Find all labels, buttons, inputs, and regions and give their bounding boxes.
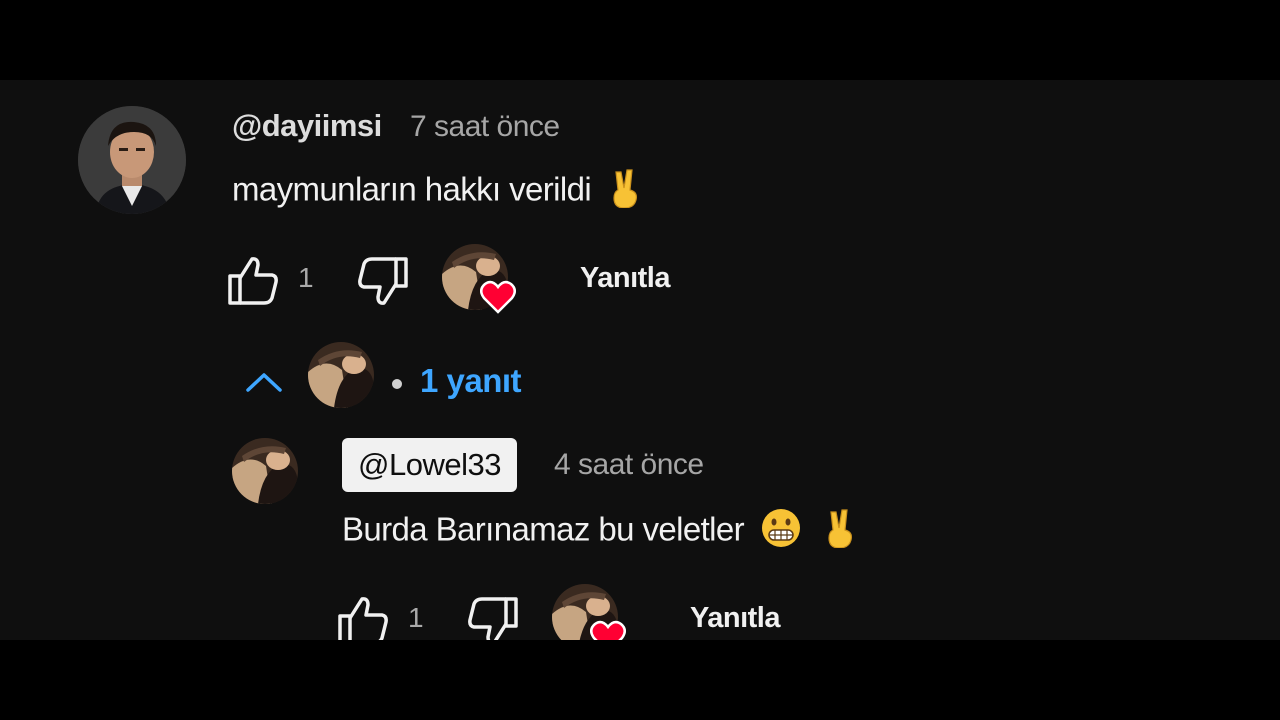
- heart-icon: [480, 280, 516, 314]
- replies-count-toggle[interactable]: 1 yanıt: [420, 362, 522, 400]
- reply-timestamp[interactable]: 4 saat önce: [554, 448, 704, 482]
- reply-preview-avatar: [308, 342, 374, 408]
- chevron-up-icon: [246, 373, 282, 392]
- comment-thread: @dayiimsi 7 saat önce maymunların hakkı …: [0, 80, 1280, 640]
- reply-text: Burda Barınamaz bu veletler: [342, 508, 857, 556]
- reply-button[interactable]: Yanıtla: [580, 262, 671, 295]
- reply-author-chip[interactable]: @Lowel33: [342, 438, 517, 492]
- like-button[interactable]: [226, 254, 280, 311]
- reply-reply-button[interactable]: Yanıtla: [690, 602, 781, 635]
- reply-text-content: Burda Barınamaz bu veletler: [342, 510, 745, 548]
- letterbox-top: [0, 0, 1280, 80]
- victory-hand-emoji-icon: [608, 168, 642, 216]
- reply-author-avatar[interactable]: [232, 438, 298, 504]
- thumbs-down-icon: [358, 257, 408, 305]
- comment-text-content: maymunların hakkı verildi: [232, 170, 592, 208]
- like-count: 1: [298, 262, 314, 293]
- letterbox-bottom: [0, 640, 1280, 720]
- reply-like-count: 1: [408, 602, 424, 633]
- victory-hand-emoji-icon: [823, 508, 857, 556]
- grimacing-face-emoji-icon: [761, 508, 801, 556]
- heart-icon: [590, 620, 626, 640]
- dislike-button[interactable]: [356, 256, 410, 313]
- separator-dot: [392, 379, 402, 389]
- comment-author[interactable]: @dayiimsi: [232, 108, 382, 144]
- reply-dislike-button[interactable]: [466, 596, 520, 640]
- reply-like-button[interactable]: [336, 594, 390, 640]
- comment-text: maymunların hakkı verildi: [232, 168, 642, 216]
- thumbs-up-icon: [338, 597, 388, 640]
- commenter-avatar[interactable]: [78, 106, 186, 214]
- creator-heart-badge: [442, 244, 522, 318]
- thumbs-up-icon: [228, 257, 278, 305]
- comment-timestamp[interactable]: 7 saat önce: [410, 110, 560, 144]
- reply-creator-heart-badge: [552, 584, 632, 640]
- collapse-replies-button[interactable]: [244, 370, 284, 399]
- thumbs-down-icon: [468, 597, 518, 640]
